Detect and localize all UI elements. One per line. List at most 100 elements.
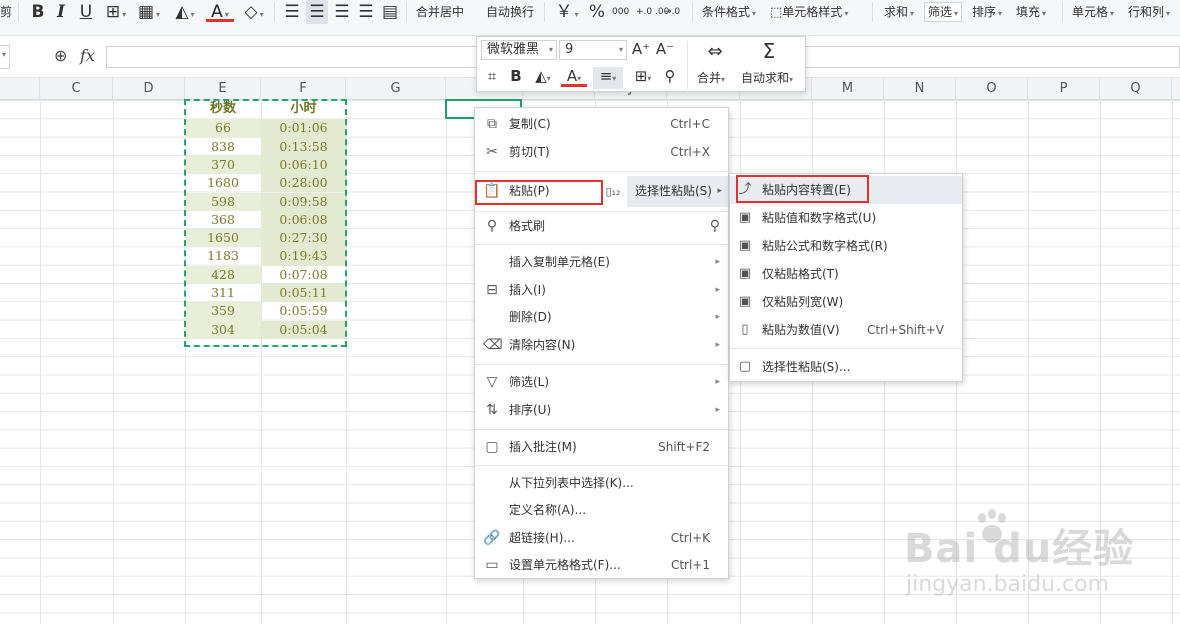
menu-item-filter[interactable]: ▽ 筛选(L) ▸ bbox=[475, 369, 728, 396]
table-cell[interactable]: 0:01:06 bbox=[261, 119, 346, 138]
table-cell[interactable]: 0:05:59 bbox=[261, 302, 346, 320]
submenu-item-col-widths[interactable]: ▣ 仅粘贴列宽(W) bbox=[730, 288, 962, 316]
menu-item-paste-special[interactable]: 选择性粘贴(S) ▸ bbox=[627, 176, 728, 207]
table-cell[interactable]: 370 bbox=[185, 155, 261, 175]
font-color-icon[interactable]: A▾ bbox=[561, 67, 587, 87]
align-center-icon[interactable]: ≡▾ bbox=[593, 67, 623, 89]
font-grow-icon[interactable]: A⁺ bbox=[631, 40, 651, 58]
distribute-icon[interactable]: ▤ bbox=[380, 0, 400, 24]
table-cell[interactable]: 838 bbox=[185, 138, 261, 156]
italic-icon[interactable]: I bbox=[52, 0, 70, 24]
fill-color-icon[interactable]: ▦ ▾ bbox=[134, 0, 164, 24]
bold-icon[interactable]: B bbox=[507, 67, 525, 85]
wrap-text-button[interactable]: 自动换行 bbox=[486, 0, 534, 24]
table-cell[interactable]: 66 bbox=[185, 119, 261, 138]
decimal-decrease-button[interactable]: →.0 bbox=[664, 0, 680, 24]
menu-item-insert-copied[interactable]: 插入复制单元格(E) ▸ bbox=[475, 249, 728, 276]
autosum-icon[interactable]: Σ bbox=[757, 39, 781, 63]
table-cell[interactable]: 0:05:11 bbox=[261, 284, 346, 303]
menu-item-pick-from-list[interactable]: 从下拉列表中选择(K)... bbox=[475, 470, 728, 497]
font-size-select[interactable]: 9 ▾ bbox=[559, 40, 627, 60]
column-header-c[interactable]: C bbox=[40, 78, 113, 100]
header-cell-seconds[interactable]: 秒数 bbox=[185, 100, 261, 118]
table-cell[interactable]: 311 bbox=[185, 284, 261, 302]
menu-item-insert-comment[interactable]: ▢ 插入批注(M) Shift+F2 bbox=[475, 434, 728, 461]
table-cell[interactable]: 368 bbox=[185, 211, 261, 229]
column-header-e[interactable]: E bbox=[185, 78, 261, 100]
merge-icon[interactable]: ⇔ bbox=[699, 41, 731, 62]
header-cell-hours[interactable]: 小时 bbox=[261, 100, 346, 118]
merge-center-button[interactable]: 合并居中 bbox=[416, 0, 464, 24]
column-header-m[interactable]: M bbox=[812, 78, 884, 100]
column-header-p[interactable]: P bbox=[1028, 78, 1100, 100]
fill-color-icon[interactable]: ◭▾ bbox=[529, 67, 557, 85]
cell-button[interactable]: 单元格 ▾ bbox=[1072, 0, 1114, 24]
table-cell[interactable]: 0:07:08 bbox=[261, 266, 346, 284]
autosum-button[interactable]: 自动求和▾ bbox=[741, 69, 793, 86]
table-cell[interactable]: 428 bbox=[185, 265, 261, 284]
fill-button[interactable]: 填充 ▾ bbox=[1016, 0, 1046, 24]
table-cell[interactable]: 0:05:04 bbox=[261, 320, 346, 339]
name-box-caret-icon[interactable]: ▾ bbox=[2, 50, 6, 59]
column-header-f[interactable]: F bbox=[261, 78, 346, 100]
eraser-icon[interactable]: ◇ ▾ bbox=[240, 0, 268, 24]
align-center-icon[interactable]: ☰ bbox=[306, 0, 328, 24]
currency-button[interactable]: ￥ ▾ bbox=[552, 0, 582, 24]
border-icon[interactable]: ⊞▾ bbox=[629, 67, 657, 85]
merge-button[interactable]: 合并▾ bbox=[697, 69, 725, 86]
menu-item-hyperlink[interactable]: 🔗 超链接(H)... Ctrl+K bbox=[475, 525, 728, 552]
column-header-d[interactable]: D bbox=[113, 78, 185, 100]
table-cell[interactable]: 0:13:58 bbox=[261, 137, 346, 156]
row-header-corner[interactable] bbox=[0, 78, 40, 100]
format-painter-shortcut-icon[interactable]: ⚲ bbox=[710, 213, 720, 240]
thousands-button[interactable]: 000 bbox=[612, 0, 629, 24]
highlight-icon[interactable]: ◭ ▾ bbox=[170, 0, 200, 24]
menu-item-format-painter[interactable]: ⚲ 格式刷 ⚲ bbox=[475, 213, 728, 240]
submenu-item-values-numfmt[interactable]: ▣ 粘贴值和数字格式(U) bbox=[730, 204, 962, 232]
align-left-icon[interactable]: ☰ bbox=[282, 0, 302, 24]
font-name-select[interactable]: 微软雅黑 ▾ bbox=[481, 40, 557, 60]
menu-item-format-cells[interactable]: ▭ 设置单元格格式(F)... Ctrl+1 bbox=[475, 552, 728, 579]
column-header-n[interactable]: N bbox=[884, 78, 956, 100]
menu-item-delete[interactable]: 删除(D) ▸ bbox=[475, 304, 728, 331]
rowcol-button[interactable]: 行和列 ▾ bbox=[1128, 0, 1170, 24]
table-cell[interactable]: 1650 bbox=[185, 229, 261, 248]
table-cell[interactable]: 0:06:10 bbox=[261, 155, 346, 175]
column-header-o[interactable]: O bbox=[956, 78, 1028, 100]
fx-icon[interactable]: fx bbox=[80, 46, 95, 65]
table-cell[interactable]: 0:27:30 bbox=[261, 229, 346, 248]
select-icon[interactable]: ⌗ bbox=[481, 67, 503, 85]
submenu-item-paste-special-dialog[interactable]: ▢ 选择性粘贴(S)... bbox=[730, 353, 962, 381]
zoom-icon[interactable]: ⊕ bbox=[54, 46, 67, 65]
column-header-q[interactable]: Q bbox=[1100, 78, 1172, 100]
submenu-item-as-values[interactable]: ▯ 粘贴为数值(V) Ctrl+Shift+V bbox=[730, 316, 962, 344]
table-cell[interactable]: 598 bbox=[185, 192, 261, 211]
align-right-icon[interactable]: ☰ bbox=[332, 0, 352, 24]
table-cell[interactable]: 1183 bbox=[185, 247, 261, 265]
justify-icon[interactable]: ☰ bbox=[356, 0, 376, 24]
sum-button[interactable]: 求和 ▾ bbox=[884, 0, 914, 24]
cut-partial-label[interactable]: 剪 bbox=[0, 0, 12, 24]
bold-icon[interactable]: B bbox=[28, 0, 48, 24]
table-cell[interactable]: 0:28:00 bbox=[261, 174, 346, 193]
paste-values-icon[interactable]: ▯₁₂ bbox=[603, 176, 623, 207]
underline-icon[interactable]: U bbox=[76, 0, 96, 24]
table-cell[interactable]: 359 bbox=[185, 302, 261, 321]
menu-item-clear[interactable]: ⌫ 清除内容(N) ▸ bbox=[475, 332, 728, 359]
format-painter-icon[interactable]: ⚲ bbox=[661, 67, 679, 85]
table-cell[interactable]: 0:06:08 bbox=[261, 210, 346, 230]
menu-item-insert[interactable]: ⊟ 插入(I) ▸ bbox=[475, 277, 728, 304]
font-shrink-icon[interactable]: A⁻ bbox=[655, 40, 675, 58]
table-cell[interactable]: 0:09:58 bbox=[261, 192, 346, 211]
menu-item-cut[interactable]: ✂ 剪切(T) Ctrl+X bbox=[475, 139, 728, 166]
font-color-icon[interactable]: A▾ bbox=[206, 0, 234, 22]
table-cell[interactable]: 1680 bbox=[185, 174, 261, 192]
table-cell[interactable]: 304 bbox=[185, 320, 261, 339]
menu-item-copy[interactable]: ⧉ 复制(C) Ctrl+C bbox=[475, 111, 728, 138]
border-icon[interactable]: ⊞▾ bbox=[102, 0, 130, 24]
menu-item-sort[interactable]: ⇅ 排序(U) ▸ bbox=[475, 397, 728, 424]
sort-button[interactable]: 排序 ▾ bbox=[972, 0, 1002, 24]
table-cell[interactable]: 0:19:43 bbox=[261, 247, 346, 266]
menu-item-define-name[interactable]: 定义名称(A)... bbox=[475, 497, 728, 524]
column-header-g[interactable]: G bbox=[346, 78, 446, 100]
